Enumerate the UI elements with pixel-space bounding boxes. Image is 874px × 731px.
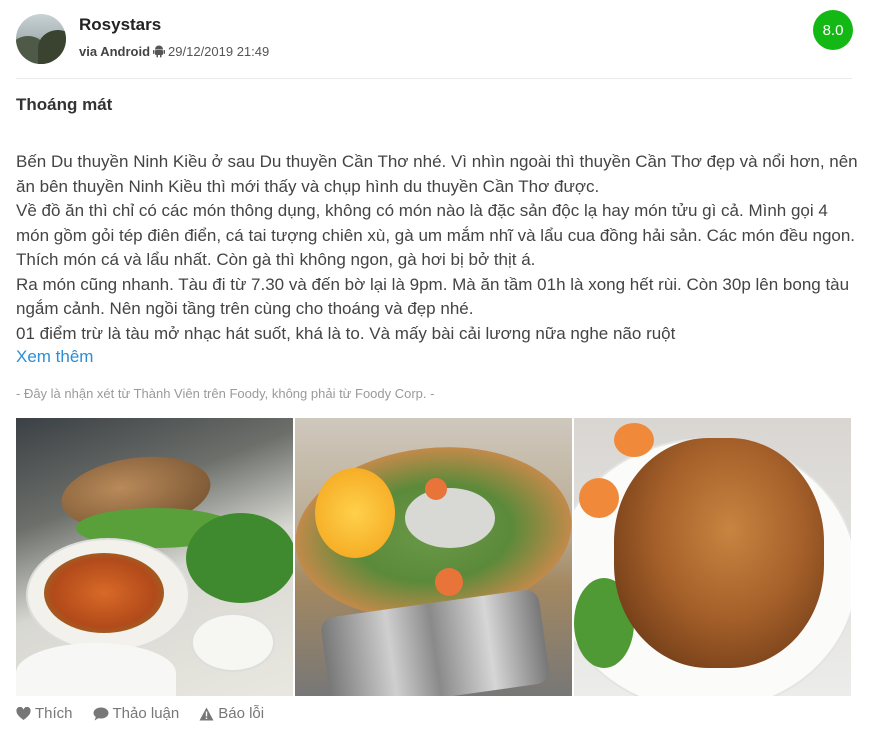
review-actions: Thích Thảo luận Báo lỗi bbox=[16, 705, 264, 722]
review-paragraph: Bến Du thuyền Ninh Kiều ở sau Du thuyền … bbox=[16, 152, 858, 196]
discuss-label: Thảo luận bbox=[112, 705, 180, 722]
braised-chicken bbox=[614, 438, 824, 668]
carrot-slice bbox=[425, 478, 447, 500]
discuss-button[interactable]: Thảo luận bbox=[93, 705, 180, 722]
review-card: Rosystars via Android 29/12/2019 21:49 8… bbox=[0, 0, 874, 731]
review-paragraph: Ra món cũng nhanh. Tàu đi từ 7.30 và đến… bbox=[16, 274, 850, 319]
via-label: via Android bbox=[79, 44, 151, 59]
review-title: Thoáng mát bbox=[16, 95, 113, 114]
hotpot-vegetable-platter-photo[interactable] bbox=[295, 418, 572, 696]
report-button[interactable]: Báo lỗi bbox=[199, 705, 264, 722]
report-label: Báo lỗi bbox=[218, 705, 265, 722]
review-timestamp: 29/12/2019 21:49 bbox=[168, 44, 270, 59]
shrimp-salad bbox=[44, 553, 164, 633]
heart-icon bbox=[16, 706, 31, 720]
carrot-flower bbox=[614, 423, 654, 457]
greens bbox=[186, 513, 293, 603]
sauce-dish bbox=[191, 613, 275, 672]
review-body: Bến Du thuyền Ninh Kiều ở sau Du thuyền … bbox=[16, 150, 858, 346]
like-button[interactable]: Thích bbox=[16, 705, 73, 722]
rice-bowl bbox=[16, 643, 176, 696]
squash-flowers bbox=[315, 468, 395, 558]
avatar-hill bbox=[38, 30, 66, 64]
photo-gallery bbox=[16, 418, 852, 696]
username[interactable]: Rosystars bbox=[79, 15, 161, 35]
divider bbox=[16, 78, 852, 79]
score-badge: 8.0 bbox=[813, 10, 853, 50]
review-meta: via Android 29/12/2019 21:49 bbox=[79, 44, 269, 59]
avatar[interactable] bbox=[16, 14, 66, 64]
like-label: Thích bbox=[35, 705, 73, 722]
review-paragraph: 01 điểm trừ là tàu mở nhạc hát suốt, khá… bbox=[16, 323, 676, 343]
carrot-flower bbox=[579, 478, 619, 518]
braised-chicken-plate-photo[interactable] bbox=[574, 418, 851, 696]
android-icon bbox=[153, 45, 166, 58]
see-more-link[interactable]: Xem thêm bbox=[16, 347, 93, 367]
review-paragraph: Về đồ ăn thì chỉ có các món thông dụng, … bbox=[16, 201, 856, 269]
comment-icon bbox=[93, 707, 109, 720]
warning-icon bbox=[199, 707, 214, 720]
disclaimer: - Đây là nhận xét từ Thành Viên trên Foo… bbox=[16, 386, 435, 401]
fish-and-salad-table-photo[interactable] bbox=[16, 418, 293, 696]
seafood bbox=[405, 488, 495, 548]
carrot-slice bbox=[435, 568, 463, 596]
